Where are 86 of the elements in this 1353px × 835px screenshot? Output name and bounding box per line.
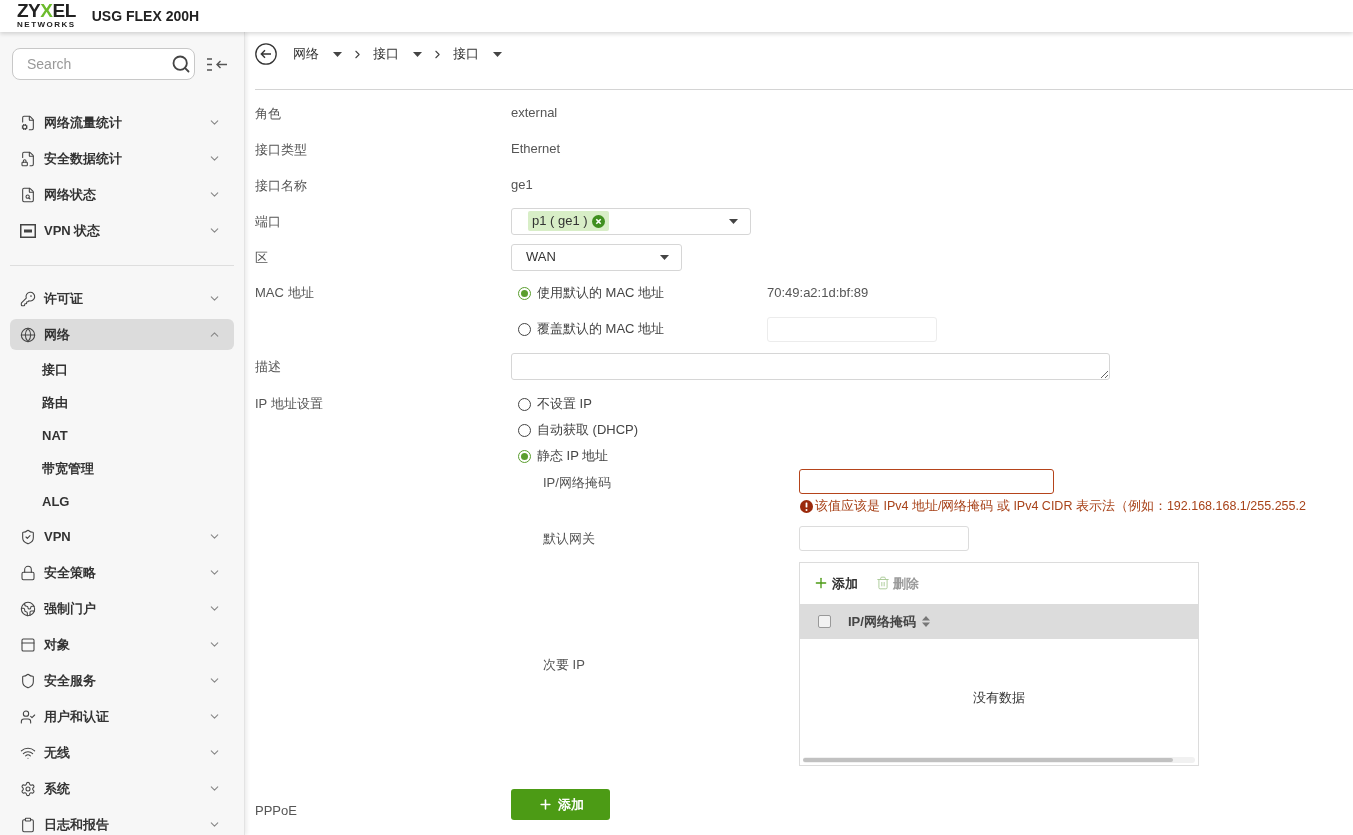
nav-item[interactable]: 许可证 xyxy=(10,283,234,314)
nav-item[interactable]: 系统 xyxy=(10,773,234,804)
clipboard-icon xyxy=(20,816,36,833)
back-icon[interactable] xyxy=(255,43,277,65)
nav-item[interactable]: 对象 xyxy=(10,629,234,660)
model-name: USG FLEX 200H xyxy=(91,6,200,26)
breadcrumb-item[interactable]: 网络 xyxy=(293,44,342,64)
nav-item[interactable]: 日志和报告 xyxy=(10,809,234,835)
nav-item[interactable]: 强制门户 xyxy=(10,593,234,624)
field-label: MAC 地址 xyxy=(255,284,314,303)
panel-icon xyxy=(20,636,36,653)
input-field[interactable] xyxy=(799,469,1054,494)
breadcrumb-item[interactable]: 接口 xyxy=(373,44,422,64)
earth-icon xyxy=(20,600,36,617)
caret-down-icon xyxy=(660,254,669,260)
nav-item[interactable]: 无线 xyxy=(10,737,234,768)
logo-tagline: NETWORKS xyxy=(17,20,76,30)
breadcrumb-item[interactable]: 接口 xyxy=(453,44,502,64)
empty-message: 没有数据 xyxy=(973,689,1025,707)
field-label: PPPoE xyxy=(255,802,297,818)
add-button[interactable]: 添加 xyxy=(511,789,610,821)
port-select[interactable]: p1 ( ge1 ) xyxy=(511,207,751,235)
box-icon xyxy=(20,223,36,238)
option-label[interactable]: 覆盖默认的 MAC 地址 xyxy=(537,319,665,339)
option-label[interactable]: 不设置 IP xyxy=(537,394,592,414)
option-label[interactable]: 使用默认的 MAC 地址 xyxy=(537,283,665,303)
search-field[interactable]: Search xyxy=(12,48,195,80)
option-label[interactable]: 静态 IP 地址 xyxy=(537,446,609,466)
settings-icon xyxy=(20,780,36,797)
caret-down-icon xyxy=(333,51,342,57)
document-lock-icon xyxy=(20,150,36,167)
caret-down-icon xyxy=(493,51,502,57)
field-value: Ethernet xyxy=(511,140,561,159)
alert-icon xyxy=(800,499,813,513)
nav-subitem[interactable]: ALG xyxy=(10,485,234,518)
checkbox[interactable] xyxy=(818,614,831,628)
option-label[interactable]: 自动获取 (DHCP) xyxy=(537,420,639,440)
description-field[interactable] xyxy=(511,352,1110,380)
search-icon[interactable] xyxy=(171,54,191,74)
add-button[interactable]: 添加 xyxy=(813,573,858,593)
plus-icon xyxy=(537,797,553,813)
nav-subitem[interactable]: 带宽管理 xyxy=(10,452,234,485)
zone-select[interactable]: WAN xyxy=(511,243,682,271)
lock-icon xyxy=(20,564,36,581)
nav-item[interactable]: 网络状态 xyxy=(10,179,234,210)
nav-item[interactable]: 安全数据统计 xyxy=(10,143,234,174)
collapse-icon[interactable] xyxy=(207,57,228,71)
nav-item[interactable]: 安全策略 xyxy=(10,557,234,588)
tag-label: p1 ( ge1 ) xyxy=(532,212,588,231)
shield-check-icon xyxy=(20,528,36,545)
field-label: IP/网络掩码 xyxy=(543,474,611,490)
field-value: ge1 xyxy=(511,176,533,195)
field-label: 角色 xyxy=(255,106,281,121)
nav-subitem[interactable]: NAT xyxy=(10,419,234,452)
shield-icon xyxy=(20,672,36,689)
field-label: 默认网关 xyxy=(543,531,595,547)
nav-item[interactable]: VPN 状态 xyxy=(10,215,234,246)
trash-icon xyxy=(876,576,890,591)
document-gear-icon xyxy=(20,114,36,131)
caret-down-icon xyxy=(729,218,738,224)
field-label: 描述 xyxy=(255,359,281,374)
field-label: 区 xyxy=(255,250,268,265)
field-label: 次要 IP xyxy=(543,656,585,672)
column-header[interactable]: IP/网络掩码 xyxy=(848,611,930,631)
remove-icon[interactable] xyxy=(591,214,605,228)
user-check-icon xyxy=(20,708,36,725)
field-label: 端口 xyxy=(255,214,281,229)
nav-subitem[interactable]: 路由 xyxy=(10,386,234,419)
nav-item[interactable]: 网络流量统计 xyxy=(10,107,234,138)
field-label: 接口类型 xyxy=(255,142,307,157)
key-icon xyxy=(20,290,36,307)
nav-item[interactable]: 安全服务 xyxy=(10,665,234,696)
nav-item[interactable]: VPN xyxy=(10,521,234,552)
document-search-icon xyxy=(20,186,36,203)
field-label: 接口名称 xyxy=(255,178,307,193)
sort-icon xyxy=(921,615,930,627)
nav-item[interactable]: 用户和认证 xyxy=(10,701,234,732)
field-value: external xyxy=(511,104,558,123)
nav-subitem[interactable]: 接口 xyxy=(10,353,234,386)
field-label: IP 地址设置 xyxy=(255,395,323,414)
error-message: 该值应该是 IPv4 地址/网络掩码 或 IPv4 CIDR 表示法（例如：192.168.168.1/255.255.2 xyxy=(815,498,1306,515)
mac-address: 70:49:a2:1d:bf:89 xyxy=(767,284,869,303)
caret-down-icon xyxy=(413,51,422,57)
nav-item[interactable]: 网络 xyxy=(10,319,234,350)
globe-icon xyxy=(20,326,36,343)
logo-wordmark: ZYXEL xyxy=(17,2,76,20)
